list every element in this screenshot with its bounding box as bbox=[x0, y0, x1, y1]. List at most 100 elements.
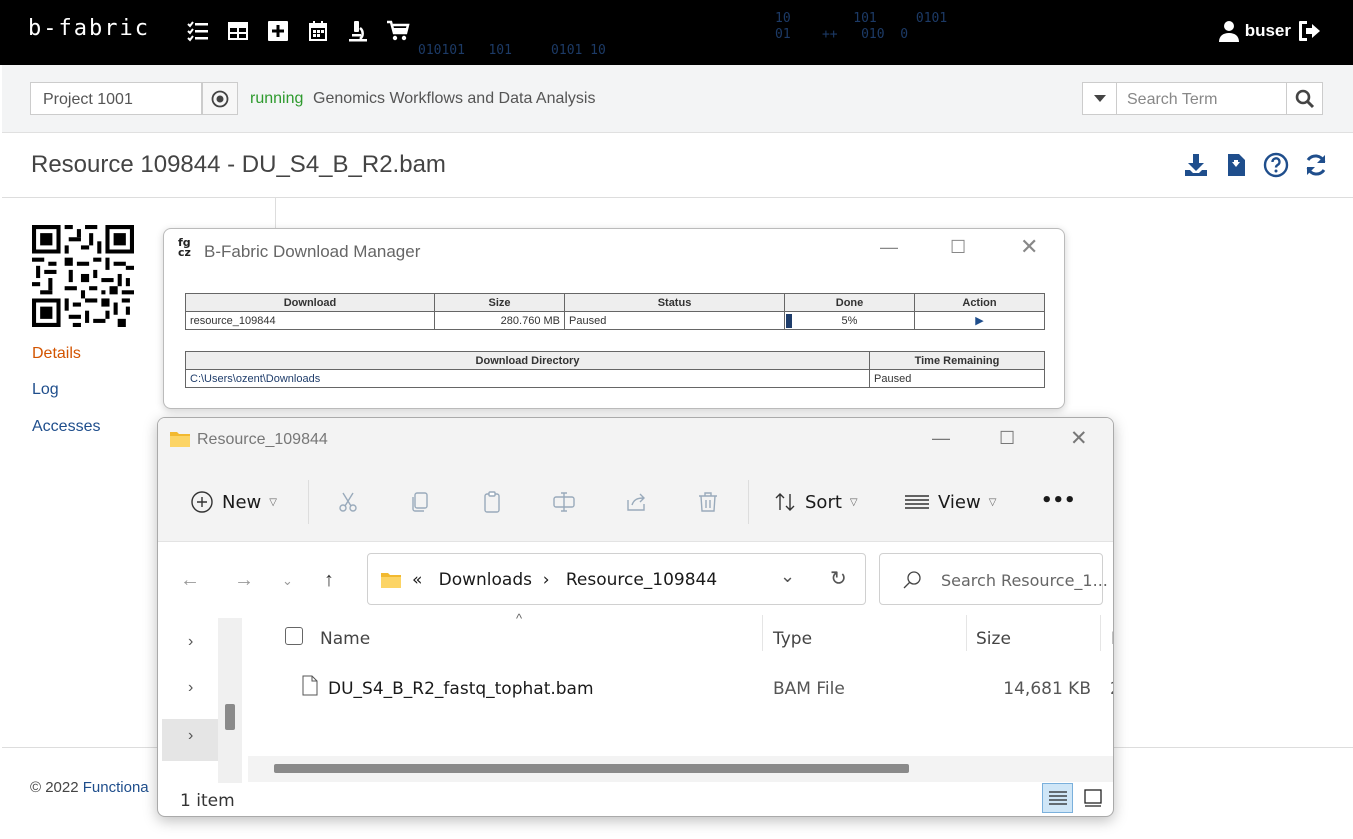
file-explorer-window: Resource_109844 — ☐ ✕ New ▽ Sort ▽ View ▽ •… bbox=[157, 417, 1114, 817]
expand-chevron-icon[interactable]: › bbox=[188, 727, 193, 745]
project-select-button[interactable] bbox=[202, 82, 238, 115]
project-name[interactable]: Genomics Workflows and Data Analysis bbox=[313, 90, 595, 108]
scrollbar-thumb[interactable] bbox=[225, 704, 235, 730]
delete-icon[interactable] bbox=[696, 490, 720, 514]
project-bar: Project 1001 running Genomics Workflows … bbox=[2, 65, 1353, 133]
close-button[interactable]: ✕ bbox=[1070, 426, 1088, 451]
command-bar: New ▽ Sort ▽ View ▽ ••• bbox=[158, 462, 1113, 542]
logout-icon[interactable] bbox=[1297, 20, 1323, 42]
address-bar[interactable]: « Downloads › Resource_109844 ⌄ ↻ bbox=[367, 553, 866, 605]
column-header-name[interactable]: Name bbox=[320, 629, 370, 649]
vertical-scrollbar[interactable] bbox=[218, 618, 242, 783]
sort-button[interactable]: Sort ▽ bbox=[773, 490, 858, 514]
maximize-button[interactable]: ☐ bbox=[950, 237, 966, 258]
up-button[interactable]: ↑ bbox=[324, 569, 334, 592]
column-header-type[interactable]: Type bbox=[773, 629, 812, 649]
new-label: New bbox=[222, 491, 262, 513]
expand-chevron-icon[interactable]: › bbox=[188, 679, 193, 697]
details-view-icon bbox=[1049, 791, 1067, 805]
col-header-status[interactable]: Status bbox=[564, 293, 785, 312]
help-icon[interactable] bbox=[1263, 152, 1289, 178]
column-header-date[interactable]: D bbox=[1111, 629, 1113, 649]
search-button[interactable] bbox=[1286, 82, 1323, 115]
project-selector-input[interactable]: Project 1001 bbox=[30, 82, 202, 115]
progress-text: 5% bbox=[841, 314, 858, 327]
sort-ascending-icon: ^ bbox=[516, 611, 523, 626]
divider bbox=[748, 480, 749, 524]
username: buser bbox=[1244, 21, 1291, 40]
paste-icon[interactable] bbox=[480, 490, 504, 514]
download-table: Download Size Status Done Action resourc… bbox=[185, 293, 1045, 330]
search-scope-dropdown[interactable] bbox=[1082, 82, 1117, 115]
breadcrumb-item[interactable]: Resource_109844 bbox=[566, 570, 717, 590]
rename-icon[interactable] bbox=[552, 490, 576, 514]
close-button[interactable]: ✕ bbox=[1020, 234, 1038, 260]
tiles-view-button[interactable] bbox=[1078, 783, 1108, 813]
view-button[interactable]: View ▽ bbox=[904, 490, 996, 514]
app-logo[interactable]: b-fabric bbox=[28, 16, 150, 41]
user-menu[interactable]: buser bbox=[1218, 20, 1323, 42]
expand-chevron-icon[interactable]: › bbox=[188, 633, 193, 651]
minimize-button[interactable]: — bbox=[880, 237, 898, 258]
download-directory[interactable]: C:\Users\ozent\Downloads bbox=[185, 369, 870, 388]
play-button[interactable]: ▶ bbox=[914, 311, 1045, 330]
plus-square-icon[interactable] bbox=[266, 19, 290, 43]
divider bbox=[275, 198, 276, 228]
download-name: resource_109844 bbox=[185, 311, 435, 330]
divider bbox=[308, 480, 309, 524]
copy-icon[interactable] bbox=[408, 490, 432, 514]
folder-icon bbox=[170, 432, 190, 447]
share-icon[interactable] bbox=[624, 490, 648, 514]
sidebar-item-details[interactable]: Details bbox=[32, 345, 81, 363]
recent-locations-button[interactable]: ⌄ bbox=[282, 573, 293, 589]
details-view-button[interactable] bbox=[1042, 783, 1073, 813]
search-input[interactable]: Search Term bbox=[1116, 82, 1287, 115]
search-box[interactable]: Search Resource_1... bbox=[879, 553, 1108, 605]
select-all-checkbox[interactable] bbox=[285, 627, 303, 645]
breadcrumb-item[interactable]: Downloads bbox=[439, 570, 532, 590]
file-name: DU_S4_B_R2_fastq_tophat.bam bbox=[328, 679, 594, 699]
file-download-icon[interactable] bbox=[1223, 152, 1249, 178]
refresh-icon[interactable]: ↻ bbox=[830, 566, 847, 591]
sort-icon bbox=[775, 493, 795, 511]
col-header-size[interactable]: Size bbox=[434, 293, 565, 312]
microscope-icon[interactable] bbox=[346, 19, 370, 43]
table-row[interactable]: resource_109844 280.760 MB Paused 5% ▶ bbox=[185, 311, 1045, 330]
col-header-done[interactable]: Done bbox=[784, 293, 915, 312]
new-button[interactable]: New ▽ bbox=[190, 490, 277, 514]
cart-icon[interactable] bbox=[386, 19, 410, 43]
matrix-decoration: 010101 101 0101 10 bbox=[418, 43, 606, 58]
chevron-down-icon: ▽ bbox=[269, 496, 277, 508]
download-icon[interactable] bbox=[1183, 152, 1209, 178]
tasks-icon[interactable] bbox=[186, 19, 210, 43]
search-placeholder: Search Resource_1... bbox=[941, 571, 1108, 590]
refresh-icon[interactable] bbox=[1303, 152, 1329, 178]
chevron-down-icon: ▽ bbox=[849, 496, 858, 508]
fgcz-logo: fg cz bbox=[178, 236, 191, 259]
col-header-action[interactable]: Action bbox=[914, 293, 1045, 312]
grid-icon[interactable] bbox=[226, 19, 250, 43]
breadcrumb-overflow[interactable]: « bbox=[412, 570, 422, 590]
horizontal-scrollbar[interactable] bbox=[248, 756, 1113, 782]
minimize-button[interactable]: — bbox=[932, 428, 950, 449]
cut-icon[interactable] bbox=[336, 490, 360, 514]
footer-link[interactable]: Functiona bbox=[83, 779, 149, 796]
column-header-size[interactable]: Size bbox=[976, 629, 1011, 649]
chevron-down-icon[interactable]: ⌄ bbox=[780, 566, 795, 587]
col-header-download[interactable]: Download bbox=[185, 293, 435, 312]
back-button[interactable]: ← bbox=[180, 569, 200, 592]
forward-button[interactable]: → bbox=[234, 569, 254, 592]
col-header-directory: Download Directory bbox=[185, 351, 870, 370]
search-icon bbox=[1295, 89, 1314, 108]
sidebar-item-accesses[interactable]: Accesses bbox=[32, 418, 100, 436]
project-status: running bbox=[250, 90, 304, 107]
file-type: BAM File bbox=[773, 679, 845, 699]
download-manager-window: fg cz B-Fabric Download Manager — ☐ ✕ Dow… bbox=[163, 228, 1065, 409]
sidebar-item-log[interactable]: Log bbox=[32, 381, 59, 399]
progress-cell: 5% bbox=[784, 311, 915, 330]
maximize-button[interactable]: ☐ bbox=[999, 428, 1015, 449]
more-options-button[interactable]: ••• bbox=[1041, 490, 1076, 511]
calendar-icon[interactable] bbox=[306, 19, 330, 43]
scrollbar-thumb[interactable] bbox=[274, 764, 909, 773]
divider bbox=[966, 615, 967, 651]
